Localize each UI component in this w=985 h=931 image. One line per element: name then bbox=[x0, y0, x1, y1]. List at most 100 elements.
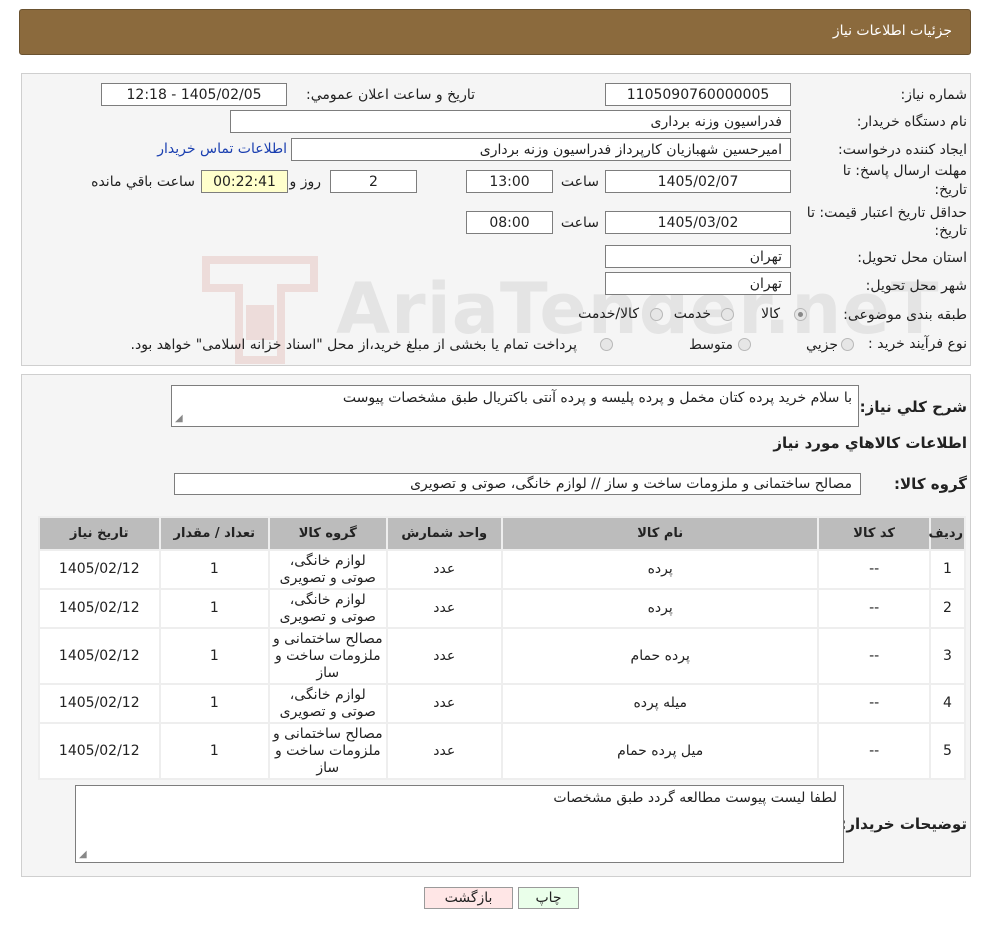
remaining-time-field: 00:22:41 bbox=[201, 170, 288, 193]
buyer-notes-textarea[interactable]: لطفا لیست پیوست مطالعه گردد طبق مشخصات ◢ bbox=[75, 785, 844, 863]
col-group-header: گروه کالا bbox=[270, 518, 386, 549]
process-medium-label: متوسط bbox=[689, 337, 733, 353]
description-text: با سلام خرید پرده کتان مخمل و پرده پلیسه… bbox=[342, 390, 852, 406]
page-header: جزئیات اطلاعات نیاز bbox=[19, 9, 971, 55]
cell-code: -- bbox=[819, 724, 929, 778]
table-row: 4 -- میله پرده عدد لوازم خانگی، صوتی و ت… bbox=[40, 685, 964, 722]
buyer-org-label: نام دستگاه خريدار: bbox=[856, 114, 967, 130]
cell-code: -- bbox=[819, 551, 929, 588]
cell-group: مصالح ساختمانی و ملزومات ساخت و ساز bbox=[270, 724, 386, 778]
category-goods-radio[interactable] bbox=[794, 308, 807, 321]
cell-date: 1405/02/12 bbox=[40, 629, 159, 683]
validity-time-label: ساعت bbox=[560, 215, 599, 231]
col-code-header: کد کالا bbox=[819, 518, 929, 549]
creator-field: امیرحسین شهبازیان کارپرداز فدراسیون وزنه… bbox=[291, 138, 791, 161]
resize-grip-icon: ◢ bbox=[175, 413, 183, 424]
days-field: 2 bbox=[330, 170, 417, 193]
description-label: شرح کلي نياز: bbox=[859, 398, 967, 416]
col-index-header: رديف bbox=[928, 518, 964, 549]
announce-label: تاریخ و ساعت اعلان عمومي: bbox=[306, 87, 475, 103]
cell-date: 1405/02/12 bbox=[40, 590, 159, 627]
col-name-header: نام کالا bbox=[503, 518, 818, 549]
cell-name: پرده bbox=[503, 590, 818, 627]
cell-unit: عدد bbox=[387, 724, 502, 778]
deadline-time-label: ساعت bbox=[560, 174, 599, 190]
col-date-header: تاريخ نياز bbox=[40, 518, 159, 549]
cell-date: 1405/02/12 bbox=[40, 551, 159, 588]
cell-qty: 1 bbox=[160, 629, 269, 683]
creator-label: ايجاد کننده درخواست: bbox=[838, 142, 967, 158]
cell-qty: 1 bbox=[160, 551, 269, 588]
days-label: روز و bbox=[289, 174, 322, 190]
print-button[interactable]: چاپ bbox=[518, 887, 579, 909]
validity-date-field: 1405/03/02 bbox=[605, 211, 791, 234]
category-goods-label: کالا bbox=[761, 306, 780, 322]
cell-unit: عدد bbox=[387, 685, 502, 722]
category-both-label: کالا/خدمت bbox=[578, 306, 639, 322]
validity-label-date: تاريخ: bbox=[934, 223, 967, 239]
process-note: پرداخت تمام يا بخشی از مبلغ خريد،از محل … bbox=[130, 337, 577, 353]
cell-name: پرده bbox=[503, 551, 818, 588]
process-minor-radio[interactable] bbox=[841, 338, 854, 351]
table-row: 5 -- میل پرده حمام عدد مصالح ساختمانی و … bbox=[40, 724, 964, 778]
cell-unit: عدد bbox=[387, 590, 502, 627]
buyer-contact-link[interactable]: اطلاعات تماس خريدار bbox=[157, 141, 287, 157]
cell-index: 3 bbox=[930, 629, 964, 683]
process-medium-radio[interactable] bbox=[738, 338, 751, 351]
need-number-field: 1105090760000005 bbox=[605, 83, 791, 106]
cell-unit: عدد bbox=[387, 629, 502, 683]
deadline-date-field: 1405/02/07 bbox=[605, 170, 791, 193]
cell-index: 2 bbox=[930, 590, 964, 627]
province-field: تهران bbox=[605, 245, 791, 268]
buyer-notes-text: لطفا لیست پیوست مطالعه گردد طبق مشخصات bbox=[553, 790, 837, 806]
goods-group-label: گروه کالا: bbox=[894, 475, 967, 493]
deadline-time-field: 13:00 bbox=[466, 170, 553, 193]
cell-qty: 1 bbox=[160, 590, 269, 627]
category-label: طبقه بندی موضوعی: bbox=[843, 307, 967, 323]
deadline-label-date: تاريخ: bbox=[934, 182, 967, 198]
cell-index: 4 bbox=[930, 685, 964, 722]
process-treasury-radio[interactable] bbox=[600, 338, 613, 351]
cell-date: 1405/02/12 bbox=[40, 685, 159, 722]
validity-time-field: 08:00 bbox=[466, 211, 553, 234]
table-row: 1 -- پرده عدد لوازم خانگی، صوتی و تصویری… bbox=[40, 551, 964, 588]
category-service-radio[interactable] bbox=[721, 308, 734, 321]
back-button[interactable]: بازگشت bbox=[424, 887, 513, 909]
cell-code: -- bbox=[819, 590, 929, 627]
process-label: نوع فرآيند خريد : bbox=[868, 336, 967, 352]
cell-index: 1 bbox=[930, 551, 964, 588]
cell-index: 5 bbox=[930, 724, 964, 778]
cell-name: میل پرده حمام bbox=[503, 724, 818, 778]
goods-section-title: اطلاعات کالاهاي مورد نياز bbox=[773, 434, 967, 452]
cell-group: لوازم خانگی، صوتی و تصویری bbox=[270, 551, 386, 588]
items-table: رديف کد کالا نام کالا واحد شمارش گروه کا… bbox=[38, 516, 966, 780]
cell-name: میله پرده bbox=[503, 685, 818, 722]
process-minor-label: جزيي bbox=[806, 337, 838, 353]
cell-name: پرده حمام bbox=[503, 629, 818, 683]
category-both-radio[interactable] bbox=[650, 308, 663, 321]
goods-group-field: مصالح ساختمانی و ملزومات ساخت و ساز // ل… bbox=[174, 473, 861, 495]
province-label: استان محل تحويل: bbox=[857, 250, 967, 266]
city-label: شهر محل تحويل: bbox=[865, 278, 967, 294]
col-unit-header: واحد شمارش bbox=[387, 518, 502, 549]
need-number-label: شماره نیاز: bbox=[900, 87, 968, 103]
resize-grip-icon: ◢ bbox=[79, 849, 87, 860]
description-textarea[interactable]: با سلام خرید پرده کتان مخمل و پرده پلیسه… bbox=[171, 385, 859, 427]
cell-group: لوازم خانگی، صوتی و تصویری bbox=[270, 590, 386, 627]
table-row: 2 -- پرده عدد لوازم خانگی، صوتی و تصویری… bbox=[40, 590, 964, 627]
table-row: 3 -- پرده حمام عدد مصالح ساختمانی و ملزو… bbox=[40, 629, 964, 683]
buyer-notes-label: توضيحات خريدار: bbox=[840, 815, 967, 833]
cell-group: مصالح ساختمانی و ملزومات ساخت و ساز bbox=[270, 629, 386, 683]
col-qty-header: تعداد / مقدار bbox=[160, 518, 269, 549]
city-field: تهران bbox=[605, 272, 791, 295]
cell-qty: 1 bbox=[160, 724, 269, 778]
page-title: جزئیات اطلاعات نیاز bbox=[832, 23, 952, 39]
validity-label: حداقل تاريخ اعتبار قيمت: تا bbox=[806, 205, 967, 221]
deadline-label: مهلت ارسال پاسخ: تا bbox=[842, 163, 967, 179]
cell-qty: 1 bbox=[160, 685, 269, 722]
cell-code: -- bbox=[819, 685, 929, 722]
cell-date: 1405/02/12 bbox=[40, 724, 159, 778]
announce-field: 1405/02/05 - 12:18 bbox=[101, 83, 287, 106]
remaining-time-label: ساعت باقي مانده bbox=[91, 174, 195, 190]
table-header-row: رديف کد کالا نام کالا واحد شمارش گروه کا… bbox=[40, 518, 964, 549]
